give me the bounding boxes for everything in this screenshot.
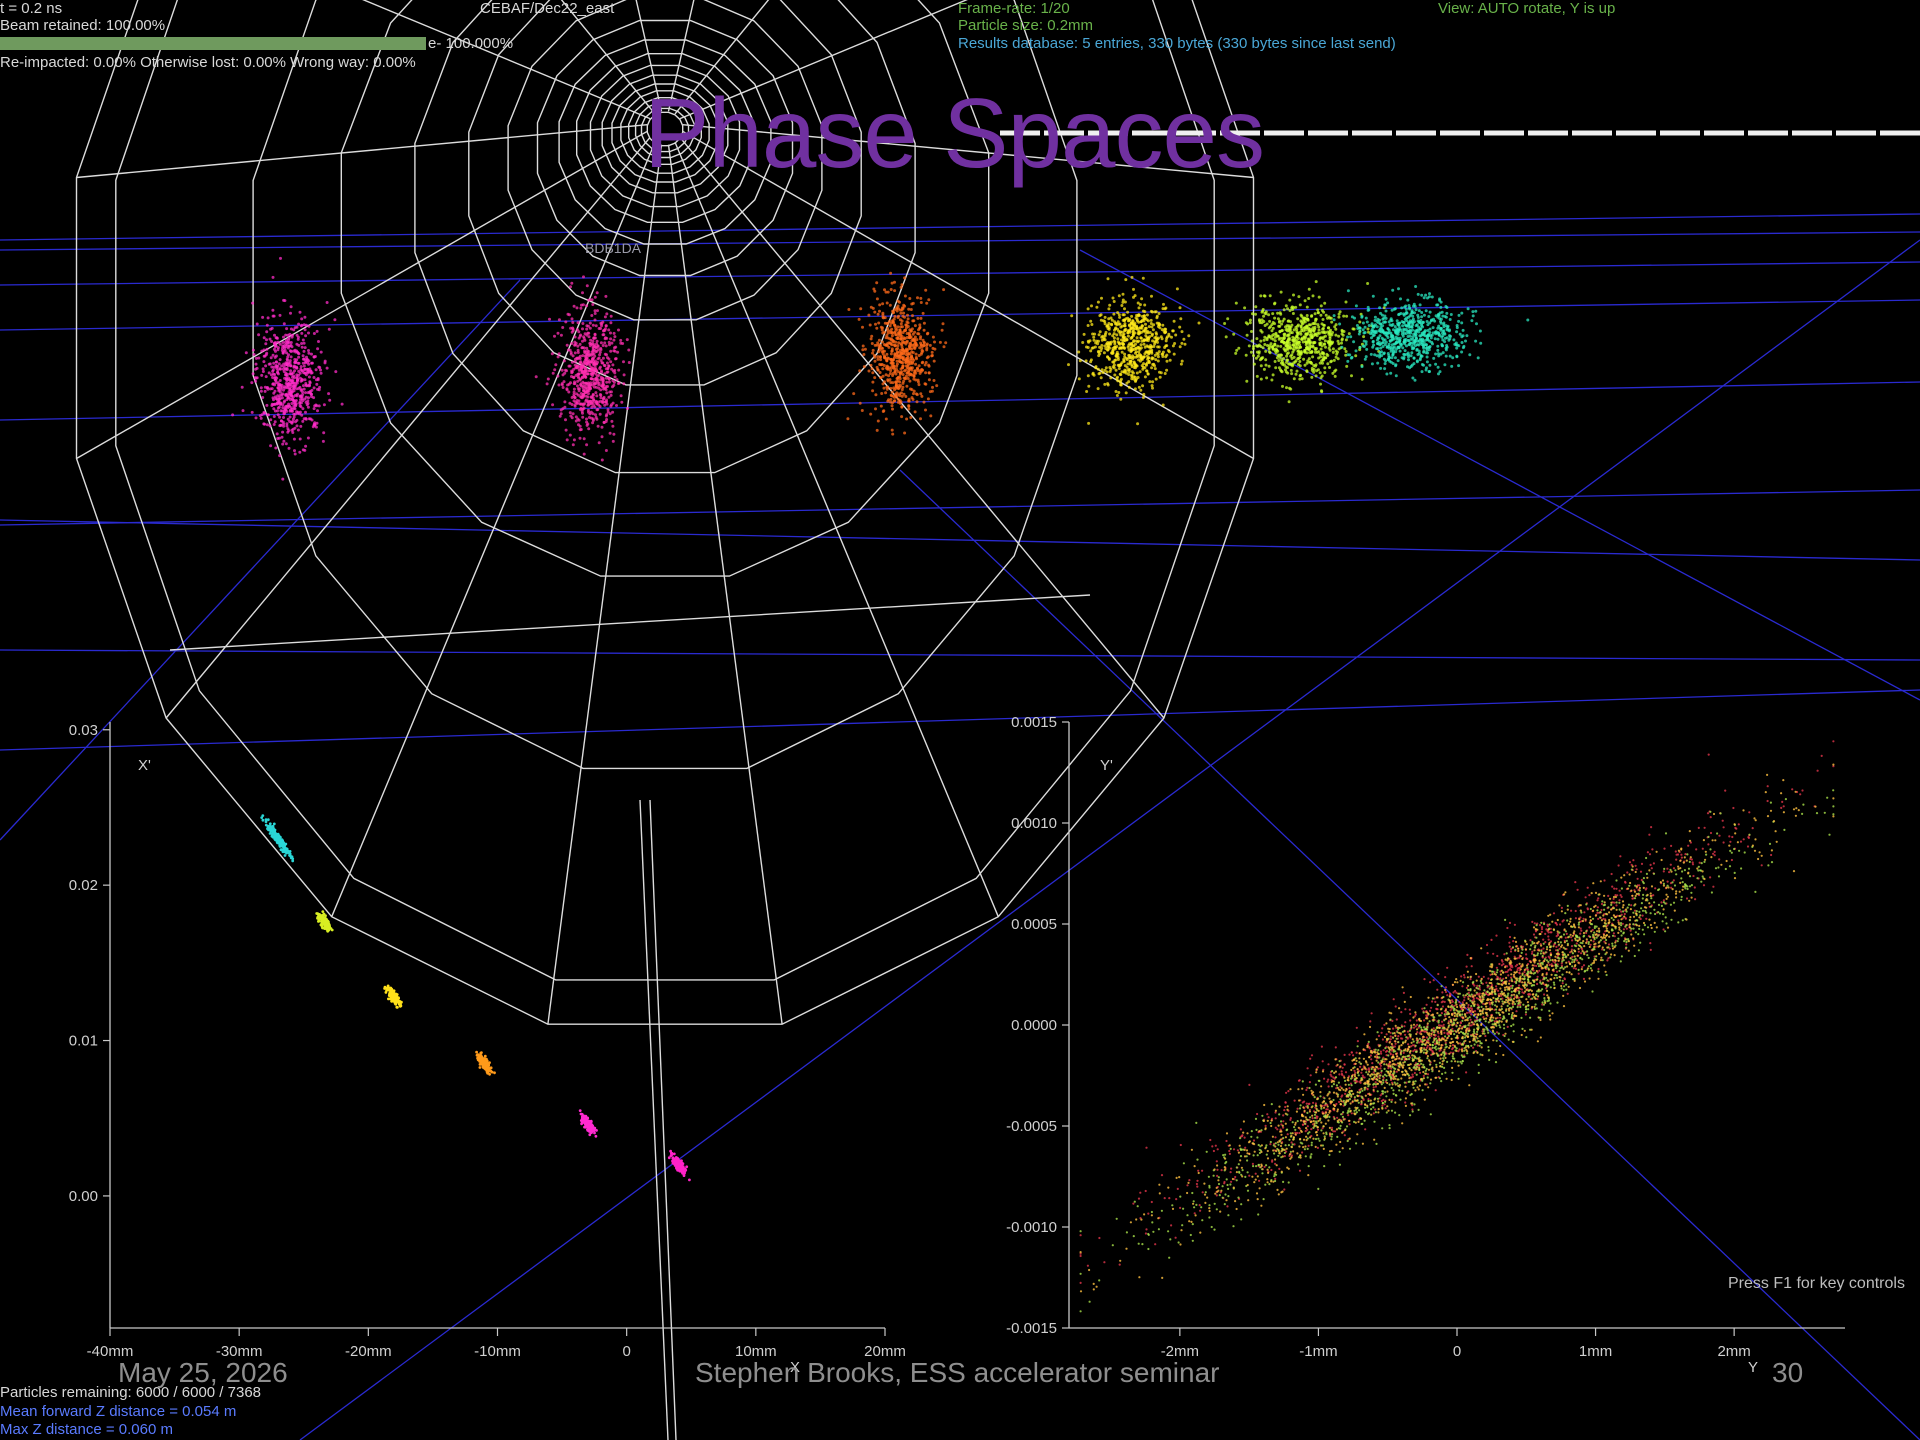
slide-page-number: 30 — [1772, 1357, 1804, 1388]
grid-line-10 — [899, 469, 1920, 1440]
grid-line-9 — [1079, 249, 1920, 701]
y-plot-x-tick-label: 1mm — [1579, 1343, 1612, 1360]
slide-footer-presenter: Stephen Brooks, ESS accelerator seminar — [695, 1357, 1220, 1388]
beam-retained-bar — [0, 37, 426, 50]
y-plot-population-1 — [1079, 740, 1835, 1284]
particle-bunch-3 — [846, 271, 948, 436]
x-plot-bunch-3 — [383, 984, 403, 1009]
y-plot-y-axis-label: Y' — [1100, 757, 1113, 774]
view-mode-readout: View: AUTO rotate, Y is up — [1438, 0, 1616, 17]
loss-statistics: Re-impacted: 0.00% Otherwise lost: 0.00%… — [0, 54, 416, 71]
grid-line-2 — [0, 299, 1920, 331]
grid-line-12 — [0, 213, 1920, 241]
x-plot-bunch-5 — [578, 1109, 598, 1138]
particle-bunch-2 — [534, 275, 631, 462]
pipe-spoke-5 — [331, 141, 656, 917]
slide-date: May 25, 2026 — [118, 1357, 288, 1388]
x-plot-y-axis-label: X' — [138, 757, 151, 774]
y-plot-y-tick-label: 0.0000 — [1011, 1017, 1057, 1034]
electron-percentage: e- 100.000% — [428, 35, 514, 52]
y-phase-space-plot: -2mm -1mm 0 1mm 2mm-0.0015-0.0010-0.00050.00… — [1006, 714, 1845, 1376]
x-plot-x-tick-label: -10mm — [474, 1343, 521, 1360]
time-readout: t = 0.2 ns — [0, 0, 63, 17]
frame-rate-readout: Frame-rate: 1/20 — [958, 0, 1070, 17]
x-plot-bunch-1 — [260, 814, 295, 863]
particle-bunch-4 — [1067, 275, 1201, 426]
results-database-readout: Results database: 5 entries, 330 bytes (… — [958, 35, 1396, 52]
beampipe-wireframe — [75, 0, 1920, 1440]
slide-title: Phase Spaces — [644, 78, 1265, 188]
grid-line-5 — [0, 649, 1920, 661]
x-phase-space-plot: -40mm -30mm -20mm -10mm 0 10mm 20mm0.000.010.0… — [69, 722, 906, 1376]
pipe-cross-line — [169, 594, 1091, 651]
pipe-spoke-2 — [674, 141, 999, 917]
x-plot-y-tick-label: 0.00 — [69, 1188, 98, 1205]
y-plot-y-tick-label: 0.0005 — [1011, 916, 1057, 933]
y-plot-population-3 — [1079, 763, 1835, 1293]
particle-size-readout: Particle size: 0.2mm — [958, 17, 1094, 34]
grid-line-0 — [0, 231, 1920, 251]
particle-bunches — [231, 256, 1530, 481]
x-plot-bunch-2 — [315, 910, 334, 933]
y-plot-x-tick-label: 0 — [1453, 1343, 1461, 1360]
x-plot-y-tick-label: 0.03 — [69, 722, 98, 739]
y-plot-x-tick-label: 2mm — [1717, 1343, 1750, 1360]
y-plot-points — [1079, 740, 1835, 1313]
pipe-ring-4 — [414, 0, 916, 474]
x-plot-y-tick-label: 0.02 — [69, 877, 98, 894]
x-plot-x-tick-label: 0 — [622, 1343, 630, 1360]
tracking-3d-view[interactable]: -40mm -30mm -20mm -10mm 0 10mm 20mm0.000.010.0… — [0, 0, 1920, 1440]
grid-line-8 — [0, 279, 521, 841]
y-plot-y-tick-label: 0.0015 — [1011, 714, 1057, 731]
particle-bunch-1 — [231, 256, 344, 481]
lattice-name: CEBAF/Dec22_east — [480, 0, 615, 17]
x-plot-axes: -40mm -30mm -20mm -10mm 0 10mm 20mm0.000.010.0… — [69, 722, 906, 1376]
grid-line-4 — [0, 489, 1920, 526]
y-plot-x-axis-label: Y — [1748, 1359, 1758, 1376]
grid-line-6 — [0, 689, 1920, 751]
pipe-spoke-6 — [165, 136, 651, 719]
grid-line-11 — [0, 519, 1920, 561]
mean-z-readout: Mean forward Z distance = 0.054 m — [0, 1403, 237, 1420]
element-label: BDB1DA — [585, 240, 642, 256]
y-plot-y-tick-label: -0.0015 — [1006, 1320, 1057, 1337]
beam-retained-readout: Beam retained: 100.00% — [0, 17, 166, 34]
grid-line-1 — [0, 261, 1920, 286]
y-plot-x-tick-label: -1mm — [1299, 1343, 1337, 1360]
x-plot-x-tick-label: -20mm — [345, 1343, 392, 1360]
y-plot-y-tick-label: -0.0010 — [1006, 1219, 1057, 1236]
pipe-spoke-1 — [679, 136, 1165, 719]
x-plot-y-tick-label: 0.01 — [69, 1033, 98, 1050]
x-plot-bunch-4 — [475, 1050, 496, 1076]
key-controls-hint: Press F1 for key controls — [1728, 1275, 1905, 1292]
x-plot-points — [260, 814, 691, 1182]
particle-bunch-6 — [1332, 285, 1530, 382]
max-z-readout: Max Z distance = 0.060 m — [0, 1421, 173, 1438]
y-plot-y-tick-label: -0.0005 — [1006, 1118, 1057, 1135]
grid-line-7 — [299, 239, 1920, 1440]
y-plot-y-tick-label: 0.0010 — [1011, 815, 1057, 832]
particle-bunch-5 — [1223, 280, 1386, 404]
